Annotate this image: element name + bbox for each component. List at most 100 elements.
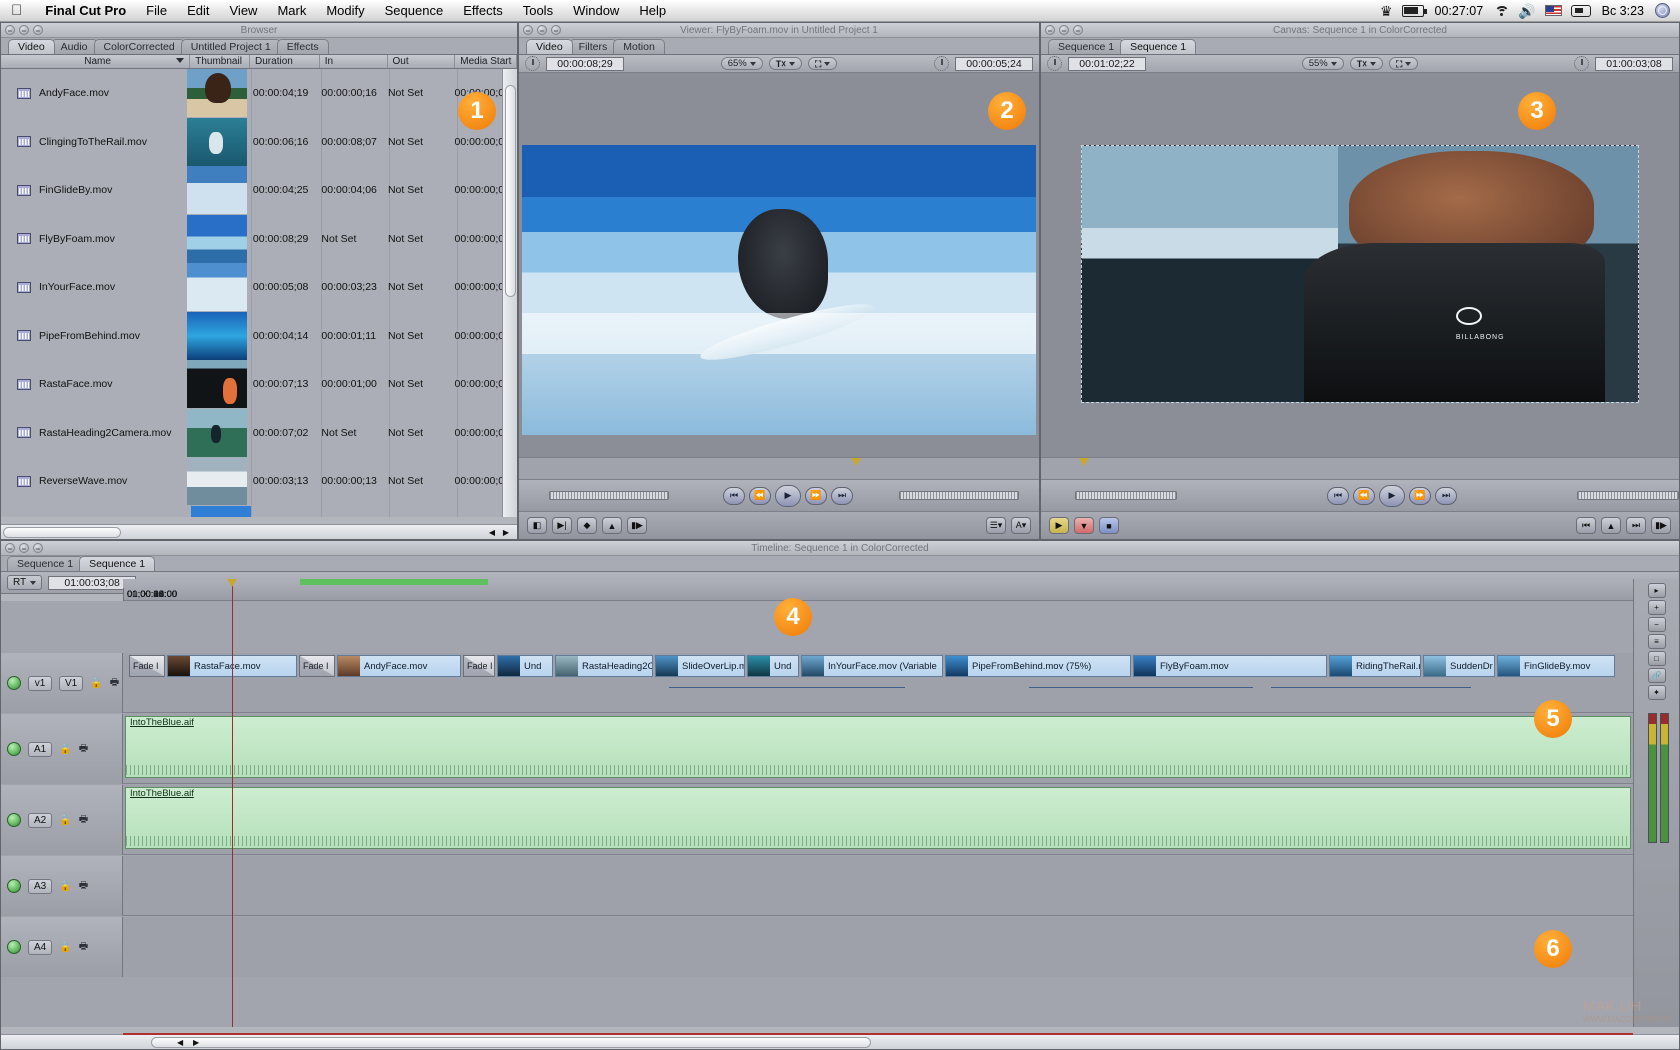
tab-effects[interactable]: Effects [276, 39, 329, 54]
table-row[interactable]: PipeFromBehind.mov 00:00:04;14 00:00:01;… [1, 311, 517, 361]
menu-item-file[interactable]: File [136, 0, 177, 22]
play-button[interactable]: ▶ [775, 484, 801, 507]
airport-icon[interactable] [1494, 5, 1510, 16]
timeline-clip[interactable]: PipeFromBehind.mov (75%) [945, 655, 1131, 677]
tab-sequence-1-a[interactable]: Sequence 1 [1048, 39, 1125, 54]
viewer-video-area[interactable] [519, 73, 1039, 457]
track-name-a4[interactable]: A4 [28, 939, 53, 955]
battery-icon[interactable] [1401, 4, 1427, 17]
previous-frame-button[interactable]: ⏪ [1353, 486, 1375, 505]
auto-select-icon[interactable]: 🖶 [79, 741, 88, 758]
minimize-button[interactable] [19, 543, 29, 553]
track-dest-label[interactable]: V1 [59, 675, 84, 691]
scroll-left-arrow[interactable]: ◀ [489, 528, 495, 537]
viewer-playhead[interactable] [851, 458, 861, 466]
table-row[interactable]: RastaFace.mov 00:00:07;13 00:00:01;00 No… [1, 360, 517, 409]
canvas-duration-timecode[interactable]: 01:00:03;08 [1595, 56, 1673, 71]
menu-clock[interactable]: Bc 3:23 [1600, 0, 1646, 22]
table-row[interactable]: RastaHeading2Camera.mov 00:00:07;02 Not … [1, 408, 517, 458]
minimize-button[interactable] [537, 25, 547, 35]
track-name-a2[interactable]: A2 [28, 812, 53, 828]
audio-track-a1[interactable]: IntoTheBlue.aif [123, 714, 1633, 784]
timeline-clip[interactable]: SuddenDr [1423, 655, 1495, 677]
go-to-out-point-button[interactable]: ⏭ [1435, 486, 1457, 505]
track-header-a4[interactable]: A4 🔒 🖶 [1, 917, 123, 977]
canvas-tabs[interactable]: Sequence 1 Sequence 1 [1041, 38, 1679, 55]
track-name-a1[interactable]: A1 [28, 741, 53, 757]
audio-track-a2[interactable]: IntoTheBlue.aif [123, 785, 1633, 855]
clip-thumbnail[interactable] [186, 166, 247, 215]
clip-thumbnail[interactable] [186, 117, 247, 166]
canvas-video-area[interactable]: BILLABONG [1041, 73, 1679, 457]
minimize-button[interactable] [19, 25, 29, 35]
mark-in-button[interactable]: ⏮ [1576, 517, 1596, 534]
scroll-right-arrow[interactable]: ▶ [193, 1038, 199, 1047]
mark-clip-button[interactable]: ▮▶ [627, 517, 647, 534]
canvas-current-timecode[interactable]: 00:01:02;22 [1068, 56, 1146, 71]
timeline-clip[interactable]: FlyByFoam.mov [1133, 655, 1327, 677]
replace-edit-button[interactable]: ■ [1099, 517, 1119, 534]
menu-item-edit[interactable]: Edit [177, 0, 219, 22]
auto-select-icon[interactable]: 🖶 [79, 812, 88, 829]
transition-fade[interactable]: Fade I [299, 655, 335, 677]
close-button[interactable] [523, 25, 533, 35]
apple-logo-icon[interactable]:  [11, 3, 22, 18]
timeline-horizontal-scrollbar[interactable]: ◀ ▶ [1, 1034, 1679, 1049]
menu-bar[interactable]:  Final Cut Pro File Edit View Mark Modi… [0, 0, 1680, 22]
mark-out-button[interactable]: ▶| [552, 517, 572, 534]
window-controls[interactable] [523, 25, 561, 35]
track-header-v1[interactable]: v1 V1 🔒 🖶 [1, 653, 123, 713]
track-audible-toggle[interactable] [7, 813, 21, 827]
clip-thumbnail[interactable] [186, 311, 247, 360]
next-frame-button[interactable]: ⏩ [1409, 486, 1431, 505]
us-flag-icon[interactable] [1544, 5, 1562, 16]
menu-item-mark[interactable]: Mark [267, 0, 316, 22]
track-audible-toggle[interactable] [7, 940, 21, 954]
lock-icon[interactable]: 🔒 [90, 678, 102, 689]
timeline-clip[interactable]: SlideOverLip.m [655, 655, 745, 677]
auto-select-icon[interactable]: 🖶 [79, 878, 88, 895]
table-row[interactable]: ClingingToTheRail.mov 00:00:06;16 00:00:… [1, 117, 517, 167]
canvas-transport-controls[interactable]: ⏮ ⏪ ▶ ⏩ ⏭ [1041, 479, 1679, 511]
scrollbar-thumb[interactable] [3, 527, 121, 538]
bluetooth-icon[interactable]: ♛ [1380, 4, 1393, 18]
table-row[interactable]: ReverseWave.mov 00:00:03;13 00:00:00;13 … [1, 457, 517, 506]
next-frame-button[interactable]: ⏩ [805, 486, 827, 505]
menu-app-name[interactable]: Final Cut Pro [35, 0, 136, 22]
viewer-duration-timecode[interactable]: 00:00:05;24 [955, 56, 1033, 71]
column-header-out[interactable]: Out [388, 55, 456, 68]
zoom-out-tool-button[interactable]: − [1647, 617, 1666, 632]
viewer-shuttle[interactable] [549, 491, 669, 500]
viewer-window[interactable]: Viewer: FlyByFoam.mov in Untitled Projec… [518, 22, 1040, 540]
previous-frame-button[interactable]: ⏪ [749, 486, 771, 505]
canvas-toolbar[interactable]: 00:01:02;22 55% T☓ ⛶ 01:00:03;08 [1041, 55, 1679, 73]
lock-icon[interactable]: 🔒 [59, 881, 71, 892]
clip-thumbnail[interactable] [186, 457, 247, 506]
canvas-viewmode-popup[interactable]: ⛶ [1389, 57, 1419, 70]
add-keyframe-button[interactable]: ▲ [602, 517, 622, 534]
auto-select-icon[interactable]: 🖶 [110, 675, 119, 692]
canvas-zoom-popup[interactable]: 55% [1301, 57, 1344, 70]
timeline-clip[interactable]: Und [497, 655, 553, 677]
track-source-label[interactable]: v1 [28, 675, 52, 691]
go-to-in-point-button[interactable]: ⏮ [723, 486, 745, 505]
audio-track-a3[interactable] [123, 856, 1633, 916]
viewer-scrubber[interactable] [519, 457, 1039, 479]
tab-untitled-project-1[interactable]: Untitled Project 1 [180, 39, 281, 54]
clip-thumbnail[interactable] [186, 214, 247, 263]
transition-fade[interactable]: Fade I [129, 655, 165, 677]
tab-motion[interactable]: Motion [613, 39, 665, 54]
browser-column-headers[interactable]: Name Thumbnail Duration In Out Media Sta… [1, 55, 518, 69]
volume-icon[interactable]: 🔊 [1518, 4, 1535, 18]
zoom-button[interactable] [33, 543, 43, 553]
generator-popup[interactable]: A▾ [1011, 517, 1031, 534]
canvas-jog[interactable] [1577, 491, 1679, 500]
scrollbar-thumb[interactable] [151, 1037, 871, 1048]
timeline-clip[interactable]: Und [747, 655, 799, 677]
clip-thumbnail[interactable] [186, 69, 247, 118]
clip-thumbnail[interactable] [186, 263, 247, 312]
menu-item-modify[interactable]: Modify [316, 0, 374, 22]
browser-clip-list[interactable]: AndyFace.mov 00:00:04;19 00:00:00;16 Not… [1, 69, 517, 517]
timecode-dial-icon[interactable] [525, 56, 540, 71]
zoom-button[interactable] [33, 25, 43, 35]
